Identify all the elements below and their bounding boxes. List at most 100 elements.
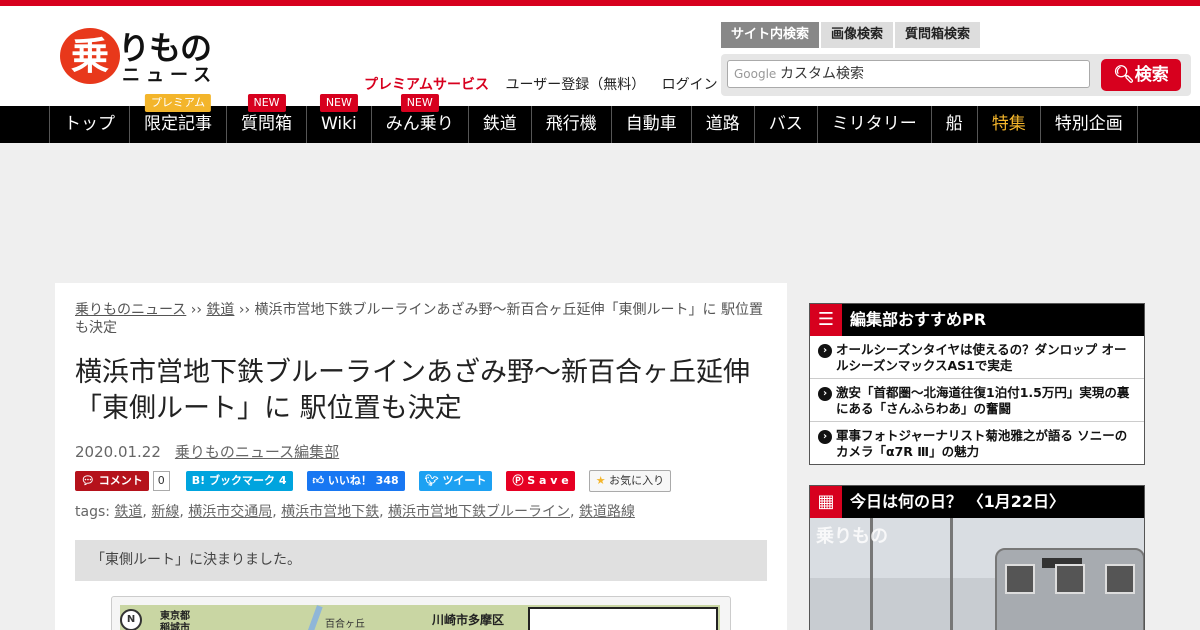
tweet-label: ツイート — [442, 474, 487, 487]
site-logo[interactable]: 乗 りもの ニュース — [60, 28, 220, 88]
tab-site-search[interactable]: サイト内検索 — [721, 22, 820, 48]
chevron-right-icon: › — [818, 387, 832, 401]
premium-service-link[interactable]: プレミアムサービス — [364, 77, 489, 93]
premium-badge: プレミアム — [144, 94, 212, 112]
search-input[interactable]: Google カスタム検索 — [727, 60, 1090, 88]
nav-item-road[interactable]: 道路 — [692, 106, 755, 143]
article-figure[interactable]: N 東京都 稲城市 百合ヶ丘 川崎市多摩区 — [111, 596, 731, 630]
tag-link[interactable]: 鉄道 — [114, 504, 142, 520]
nav-label: トップ — [64, 114, 115, 134]
login-link[interactable]: ログイン — [662, 77, 718, 93]
nav-item-bus[interactable]: バス — [755, 106, 818, 143]
pr-item[interactable]: › オールシーズンタイヤは使えるの？ダンロップ オールシーズンマックスAS1で実走 — [810, 336, 1144, 379]
nav-item-railway[interactable]: 鉄道 — [469, 106, 532, 143]
today-header: ▦ 今日は何の日？ 〈1月22日〉 — [810, 486, 1144, 518]
tab-question-search[interactable]: 質問箱検索 — [895, 22, 981, 48]
list-icon: ☰ — [810, 304, 842, 336]
register-link[interactable]: ユーザー登録（無料） — [505, 77, 645, 93]
search-box: Google カスタム検索 🔍︎検索 — [721, 54, 1191, 96]
pr-item[interactable]: › 軍事フォトジャーナリスト菊池雅之が語る ソニーのカメラ「α7R Ⅲ」の魅力 — [810, 422, 1144, 465]
pr-header: ☰ 編集部おすすめPR — [810, 304, 1144, 336]
pinterest-save-button[interactable]: Ⓟ S a v e — [506, 471, 575, 491]
nav-label: ミリタリー — [831, 114, 917, 134]
search-icon: 🔍︎ — [1113, 65, 1135, 85]
comment-icon: 💬︎ — [81, 474, 99, 487]
nav-item-minnori[interactable]: NEW みん乗り — [372, 94, 469, 143]
nav-item-car[interactable]: 自動車 — [612, 106, 692, 143]
tag-link[interactable]: 横浜市営地下鉄 — [281, 504, 379, 520]
nav-item-wiki[interactable]: NEW Wiki — [307, 94, 372, 143]
tag-link[interactable]: 横浜市交通局 — [188, 504, 272, 520]
hatena-bookmark-button[interactable]: B! ブックマーク 4 — [185, 471, 293, 491]
nav-label: みん乗り — [385, 114, 454, 134]
search-button[interactable]: 🔍︎検索 — [1101, 59, 1181, 91]
header-links: プレミアムサービス ユーザー登録（無料） ログイン — [364, 74, 730, 94]
nav-label: 鉄道 — [482, 114, 517, 134]
map-label: 川崎市多摩区 — [432, 613, 505, 627]
search-button-label: 検索 — [1134, 65, 1169, 85]
search-tabs: サイト内検索 画像検索 質問箱検索 — [721, 22, 982, 48]
nav-label: 自動車 — [625, 114, 677, 134]
tag-link[interactable]: 鉄道路線 — [579, 504, 635, 520]
today-photo[interactable]: 乗りもの — [810, 518, 1144, 630]
nav-item-top[interactable]: トップ — [50, 106, 130, 143]
pr-item-text: 激安「首都圏～北海道往復1泊付1.5万円」実現の裏にある「さんふらわあ」の奮闘 — [836, 385, 1130, 416]
nav-label: 船 — [945, 114, 963, 134]
article-date: 2020.01.22 — [75, 443, 161, 461]
tags-label: tags: — [75, 504, 115, 520]
breadcrumb: 乗りものニュース ›› 鉄道 ›› 横浜市営地下鉄ブルーラインあざみ野～新百合ヶ… — [75, 301, 765, 337]
article-tags: tags: 鉄道, 新線, 横浜市交通局, 横浜市営地下鉄, 横浜市営地下鉄ブル… — [75, 504, 635, 520]
comment-label: コメント — [98, 474, 143, 487]
facebook-label: いいね！ 348 — [327, 474, 399, 487]
tag-link[interactable]: 新線 — [151, 504, 179, 520]
article-title: 横浜市営地下鉄ブルーラインあざみ野～新百合ヶ丘延伸「東側ルート」に 駅位置も決定 — [75, 357, 750, 424]
nav-label: 特別企画 — [1054, 114, 1123, 134]
pr-item[interactable]: › 激安「首都圏～北海道往復1泊付1.5万円」実現の裏にある「さんふらわあ」の奮闘 — [810, 379, 1144, 422]
facebook-like-button[interactable]: 👍︎ いいね！ 348 — [306, 471, 405, 491]
route-map: N 東京都 稲城市 百合ヶ丘 川崎市多摩区 — [120, 605, 720, 630]
article-meta: 2020.01.22 乗りものニュース編集部 — [75, 441, 339, 462]
train-window — [1105, 564, 1135, 594]
nav-item-military[interactable]: ミリタリー — [818, 106, 932, 143]
comment-button[interactable]: 💬︎ コメント — [75, 471, 149, 491]
tweet-button[interactable]: 🐦︎ ツイート — [418, 471, 493, 491]
nav-item-airplane[interactable]: 飛行機 — [532, 106, 612, 143]
tab-image-search[interactable]: 画像検索 — [821, 22, 894, 48]
favorite-label: お気に入り — [609, 474, 665, 487]
favorite-button[interactable]: ★ お気に入り — [588, 470, 672, 492]
pr-title: 編集部おすすめPR — [850, 310, 987, 329]
author-link[interactable]: 乗りものニュース編集部 — [175, 443, 339, 461]
logo-mark: 乗 — [60, 28, 120, 84]
sidebar-today-box: ▦ 今日は何の日？ 〈1月22日〉 乗りもの — [809, 485, 1145, 630]
nav-item-questions[interactable]: NEW 質問箱 — [227, 94, 307, 143]
twitter-bird-icon: 🐦︎ — [424, 474, 443, 487]
train-window — [1055, 564, 1085, 594]
photo-watermark: 乗りもの — [816, 526, 888, 547]
nav-label: Wiki — [321, 114, 357, 134]
pinterest-icon: Ⓟ — [512, 474, 528, 487]
nav-item-ship[interactable]: 船 — [932, 106, 978, 143]
breadcrumb-separator: ›› — [186, 302, 207, 318]
comment-count: 0 — [152, 471, 170, 491]
map-river — [303, 605, 323, 630]
photo-pole — [950, 518, 953, 630]
star-icon: ★ — [595, 474, 610, 487]
google-label: Google — [734, 67, 777, 81]
search-placeholder: カスタム検索 — [780, 66, 864, 82]
pinterest-label: S a v e — [527, 474, 569, 487]
breadcrumb-category[interactable]: 鉄道 — [206, 302, 234, 318]
thumbs-up-icon: 👍︎ — [312, 474, 328, 487]
new-badge: NEW — [247, 94, 286, 112]
map-label: 稲城市 — [160, 623, 190, 630]
nav-item-special[interactable]: 特別企画 — [1041, 106, 1138, 143]
map-inset — [528, 607, 718, 630]
nav-item-limited[interactable]: プレミアム 限定記事 — [130, 94, 227, 143]
global-nav: トップ プレミアム 限定記事 NEW 質問箱 NEW Wiki NEW みん乗り 鉄道 … — [0, 94, 1200, 143]
breadcrumb-home[interactable]: 乗りものニュース — [75, 302, 186, 318]
social-buttons: 💬︎ コメント 0 B! ブックマーク 4 👍︎ いいね！ 348 🐦︎ ツイー… — [75, 470, 685, 492]
nav-label: バス — [768, 114, 803, 134]
nav-item-feature[interactable]: 特集 — [978, 106, 1041, 143]
pr-item-text: オールシーズンタイヤは使えるの？ダンロップ オールシーズンマックスAS1で実走 — [836, 342, 1127, 373]
tag-link[interactable]: 横浜市営地下鉄ブルーライン — [388, 504, 570, 520]
train-car — [995, 548, 1144, 630]
